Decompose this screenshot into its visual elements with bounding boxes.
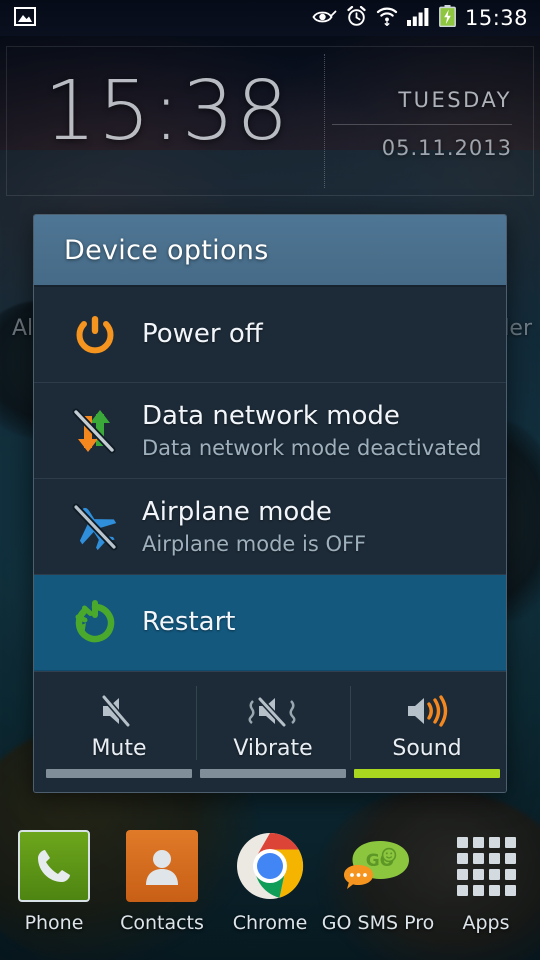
sound-mode-mute[interactable]: Mute [42,682,196,778]
clock-widget-time: 15:38 [44,64,291,159]
status-bar-system-icons: 15:38 [312,5,540,31]
option-title: Restart [142,607,236,638]
option-subtitle: Data network mode deactivated [142,435,482,460]
data-network-icon [60,404,130,458]
sound-mode-indicator [200,769,346,778]
sound-mode-label: Mute [91,736,147,761]
background-widget-text-left: Al [12,316,34,341]
dock-item-go-sms-pro[interactable]: GO GO SMS Pro [322,830,434,934]
dock-item-phone[interactable]: Phone [4,830,104,934]
option-title: Data network mode [142,401,400,432]
airplane-mode-icon [60,500,130,554]
sound-mode-indicator [354,769,500,778]
dock-item-contacts[interactable]: Contacts [112,830,212,934]
dock-item-apps[interactable]: Apps [436,830,536,934]
clock-widget-divider [324,54,325,188]
dock-label: Phone [24,912,84,934]
sound-mode-vibrate[interactable]: Vibrate [196,682,350,778]
vibrate-icon [247,688,299,734]
dialog-option-power-off-texts: Power off [130,319,263,350]
go-sms-pro-icon: GO [342,830,414,902]
sound-mode-label: Sound [392,736,462,761]
dialog-header: Device options [34,215,506,287]
dock: Phone Contacts Chrome GO GO SMS Pro Apps [0,820,540,960]
option-title: Power off [142,319,263,350]
alarm-clock-icon [346,5,367,31]
power-off-icon [60,310,130,360]
clock-widget-rule [332,124,512,125]
wifi-icon [376,6,398,30]
status-bar-clock: 15:38 [464,6,528,30]
sound-mode-indicator [46,769,192,778]
dock-label: Apps [462,912,510,934]
option-subtitle: Airplane mode is OFF [142,531,367,556]
option-title: Airplane mode [142,497,332,528]
mute-icon [98,688,140,734]
clock-widget-date: 05.11.2013 [381,136,512,160]
phone-icon [18,830,90,902]
dock-label: Contacts [120,912,204,934]
clock-widget[interactable]: 15:38 TUESDAY 05.11.2013 [6,46,534,196]
dialog-option-power-off[interactable]: Power off [34,287,506,383]
dialog-option-restart[interactable]: Restart [34,575,506,671]
status-bar-notifications [0,6,36,30]
dock-label: GO SMS Pro [321,912,435,934]
sound-mode-sound[interactable]: Sound [350,682,504,778]
smart-stay-eye-icon [312,8,337,29]
image-icon [14,6,36,30]
restart-icon [60,597,130,649]
signal-bars-icon [406,7,430,30]
status-bar[interactable]: 15:38 [0,0,540,36]
chrome-icon [234,830,306,902]
device-options-dialog: Device options Power off Data network mo… [33,214,507,793]
dock-label: Chrome [232,912,308,934]
dialog-option-data-network-mode[interactable]: Data network mode Data network mode deac… [34,383,506,479]
dialog-option-restart-texts: Restart [130,607,235,638]
clock-widget-weekday: TUESDAY [398,88,512,112]
dock-item-chrome[interactable]: Chrome [220,830,320,934]
sound-mode-selector: Mute Vibrate Sound [34,671,506,792]
sound-icon [404,688,450,734]
dialog-title: Device options [64,234,269,266]
sound-mode-label: Vibrate [233,736,313,761]
dialog-option-airplane-texts: Airplane mode Airplane mode is OFF [130,497,366,556]
battery-charging-icon [439,5,456,31]
contacts-icon [126,830,198,902]
dialog-option-airplane-mode[interactable]: Airplane mode Airplane mode is OFF [34,479,506,575]
dialog-option-data-network-texts: Data network mode Data network mode deac… [130,401,482,460]
apps-grid-icon [450,830,522,902]
